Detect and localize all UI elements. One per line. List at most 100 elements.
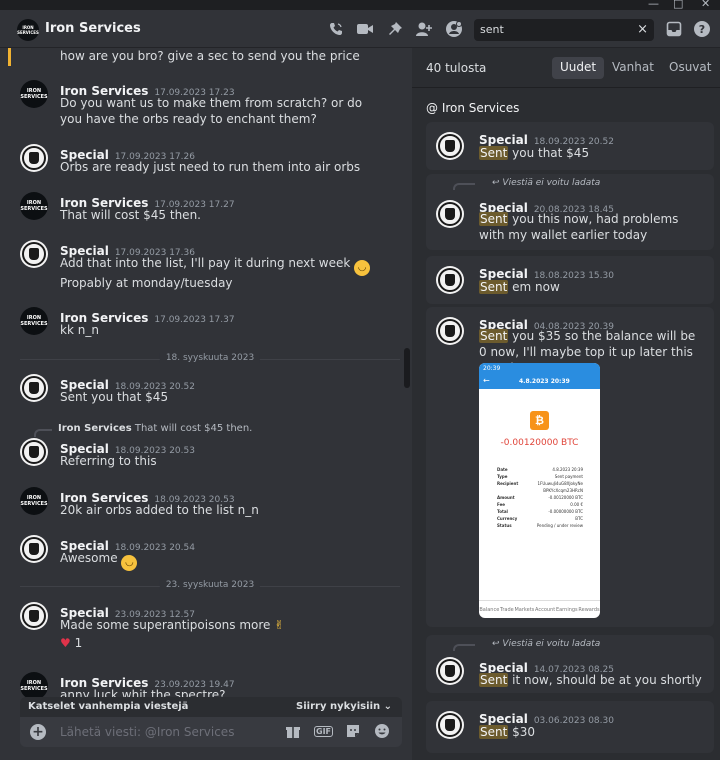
message-item[interactable]: IRON SERVICES Iron Services 18.09.2023 20.… [20, 487, 390, 519]
avatar-special[interactable] [20, 535, 48, 563]
avatar-special [436, 200, 464, 228]
search-highlight: Sent [479, 280, 509, 294]
payment-detail-row: Date 4.8.2023 20:39 [497, 467, 583, 472]
search-highlight: Sent [479, 673, 509, 687]
reply-connector [34, 429, 52, 437]
viewing-older-label: Katselet vanhempia viestejä [28, 701, 189, 712]
dm-title: Iron Services [45, 21, 141, 36]
inbox-icon[interactable] [664, 19, 684, 39]
clear-search-icon[interactable]: × [637, 22, 648, 37]
add-friend-icon[interactable] [414, 19, 434, 39]
result-channel-label: @ Iron Services [426, 101, 520, 115]
search-result[interactable]: ↩ Viestiä ei voitu ladata Special 14.07.2… [426, 635, 714, 693]
message-text: Orbs are ready just need to run them int… [60, 160, 361, 174]
search-result[interactable]: ↩ Viestiä ei voitu ladata Special 20.08.2… [426, 174, 714, 250]
message-item[interactable]: Special 18.09.2023 20.52 Sent you that $4… [20, 374, 390, 406]
avatar-iron-services[interactable]: IRON SERVICES [20, 192, 48, 220]
minimize-button[interactable]: — [648, 0, 659, 10]
sticker-icon[interactable] [344, 723, 362, 741]
reply-connector [453, 183, 475, 190]
message-item[interactable]: Special 18.09.2023 20.54 Awesome ◡ [20, 535, 390, 571]
message-item[interactable]: Special 17.09.2023 17.36 Add that into th… [20, 240, 390, 290]
avatar-special[interactable] [20, 602, 48, 630]
bitcoin-icon: ₿ [530, 411, 549, 430]
result-count: 40 tulosta [426, 61, 487, 75]
payment-detail-row: Type Sent payment [497, 474, 583, 479]
avatar-special[interactable] [20, 438, 48, 466]
message-item[interactable]: Special 17.09.2023 17.26 Orbs are ready j… [20, 144, 390, 176]
message-composer[interactable]: + Lähetä viesti: @Iron Services GIF [20, 717, 402, 747]
gift-icon[interactable] [284, 723, 302, 741]
message-item[interactable]: IRON SERVICES Iron Services 17.09.2023 17.… [20, 192, 390, 224]
attach-plus-icon[interactable]: + [30, 724, 46, 740]
avatar-special [436, 317, 464, 345]
search-result[interactable]: Special 18.08.2023 15.30 Sent em now [426, 256, 714, 304]
payment-detail-row: BPKYcXcqm23HRcN [543, 488, 583, 493]
maximize-button[interactable]: □ [673, 0, 683, 10]
tab-oldest[interactable]: Vanhat [604, 57, 662, 79]
payment-detail-row: Total -0.00000000 BTC [497, 509, 583, 514]
payment-detail-row: Amount -0.00120000 BTC [497, 495, 583, 500]
discord-window: — □ ✕ IRON SERVICES Iron Services sent ×… [0, 0, 720, 760]
search-result[interactable]: Special 18.09.2023 20.52 Sent you that $4… [426, 122, 714, 170]
payment-detail-row: Fee 0.00 € [497, 502, 583, 507]
reaction-count: 1 [74, 636, 83, 650]
back-arrow-icon: ← [483, 376, 490, 385]
result-text: Sent em now [479, 280, 560, 294]
pin-icon[interactable] [385, 19, 405, 39]
message-text: how are you bro? give a sec to send you … [60, 49, 360, 63]
phone-nav-item: Markets [514, 606, 535, 613]
emoji-picker-icon[interactable] [373, 723, 391, 741]
message-item[interactable]: IRON SERVICES Iron Services 17.09.2023 17.… [20, 307, 390, 339]
tab-newest[interactable]: Uudet [552, 57, 605, 79]
heart-icon: ♥ [60, 636, 71, 650]
jump-to-present-button[interactable]: Siirry nykyisiin ⌄ [296, 701, 392, 712]
message-scrollbar[interactable] [404, 348, 410, 388]
unread-marker [8, 48, 11, 66]
jump-to-present-bar[interactable]: Katselet vanhempia viestejä Siirry nykyi… [20, 697, 402, 717]
message-item[interactable]: Special 18.09.2023 20.53 Referring to thi… [20, 438, 390, 470]
phone-nav-item: Rewards [578, 606, 600, 613]
close-window-button[interactable]: ✕ [701, 0, 710, 10]
avatar-iron-services[interactable]: IRON SERVICES [20, 487, 48, 515]
smile-emoji-icon: ◡ [121, 555, 138, 571]
avatar-special [436, 711, 464, 739]
message-list[interactable]: how are you bro? give a sec to send you … [0, 48, 409, 760]
gif-button[interactable]: GIF [314, 723, 334, 741]
avatar-iron-services[interactable]: IRON SERVICES [20, 80, 48, 108]
date-divider: 18. syyskuuta 2023 [20, 353, 400, 365]
avatar-special[interactable] [20, 374, 48, 402]
video-call-icon[interactable] [355, 19, 375, 39]
tab-relevant[interactable]: Osuvat [661, 57, 719, 79]
phone-nav-item: Trade [500, 606, 514, 613]
result-text: Sent it now, should be at you shortly [479, 673, 702, 687]
title-bar: — □ ✕ [0, 0, 720, 10]
phone-nav-item: Account [535, 606, 556, 613]
avatar-iron-services[interactable]: IRON SERVICES [20, 307, 48, 335]
user-profile-icon[interactable] [444, 19, 464, 39]
message-input[interactable]: Lähetä viesti: @Iron Services [60, 725, 234, 739]
reaction-heart[interactable]: ♥ 1 [60, 636, 82, 650]
voice-call-icon[interactable] [326, 19, 346, 39]
avatar-iron-services[interactable]: IRON SERVICES [20, 672, 48, 700]
avatar-special[interactable] [20, 144, 48, 172]
search-result[interactable]: Special 03.06.2023 08.30 Sent $30 [426, 701, 714, 753]
search-value: sent [480, 23, 504, 36]
avatar-special[interactable] [20, 240, 48, 268]
svg-text:?: ? [699, 23, 705, 36]
phone-nav-item: Balance [479, 606, 500, 613]
search-input[interactable]: sent × [474, 19, 654, 41]
avatar-special [436, 266, 464, 294]
results-header: 40 tulosta Uudet Vanhat Osuvat [412, 48, 720, 88]
phone-nav-item: Earnings [555, 606, 578, 613]
payment-detail-row: Status Pending / under review [497, 523, 583, 528]
help-icon[interactable]: ? [692, 19, 712, 39]
grin-emoji-icon: ◡ [354, 260, 371, 276]
phone-status-bar: 20:39 ← 4.8.2023 20:39 [479, 363, 600, 389]
message-text: Propably at monday/tuesday [60, 276, 233, 290]
message-item[interactable]: IRON SERVICES Iron Services 17.09.2023 17.… [20, 80, 390, 128]
payment-screenshot-attachment[interactable]: 20:39 ← 4.8.2023 20:39 ₿ -0.00120000 BTC… [479, 363, 600, 618]
message-text: Referring to this [60, 454, 157, 468]
reply-context[interactable]: Iron Services That will cost $45 then. [58, 423, 252, 434]
message-item[interactable]: Special 23.09.2023 12.57 Made some supera… [20, 602, 390, 652]
